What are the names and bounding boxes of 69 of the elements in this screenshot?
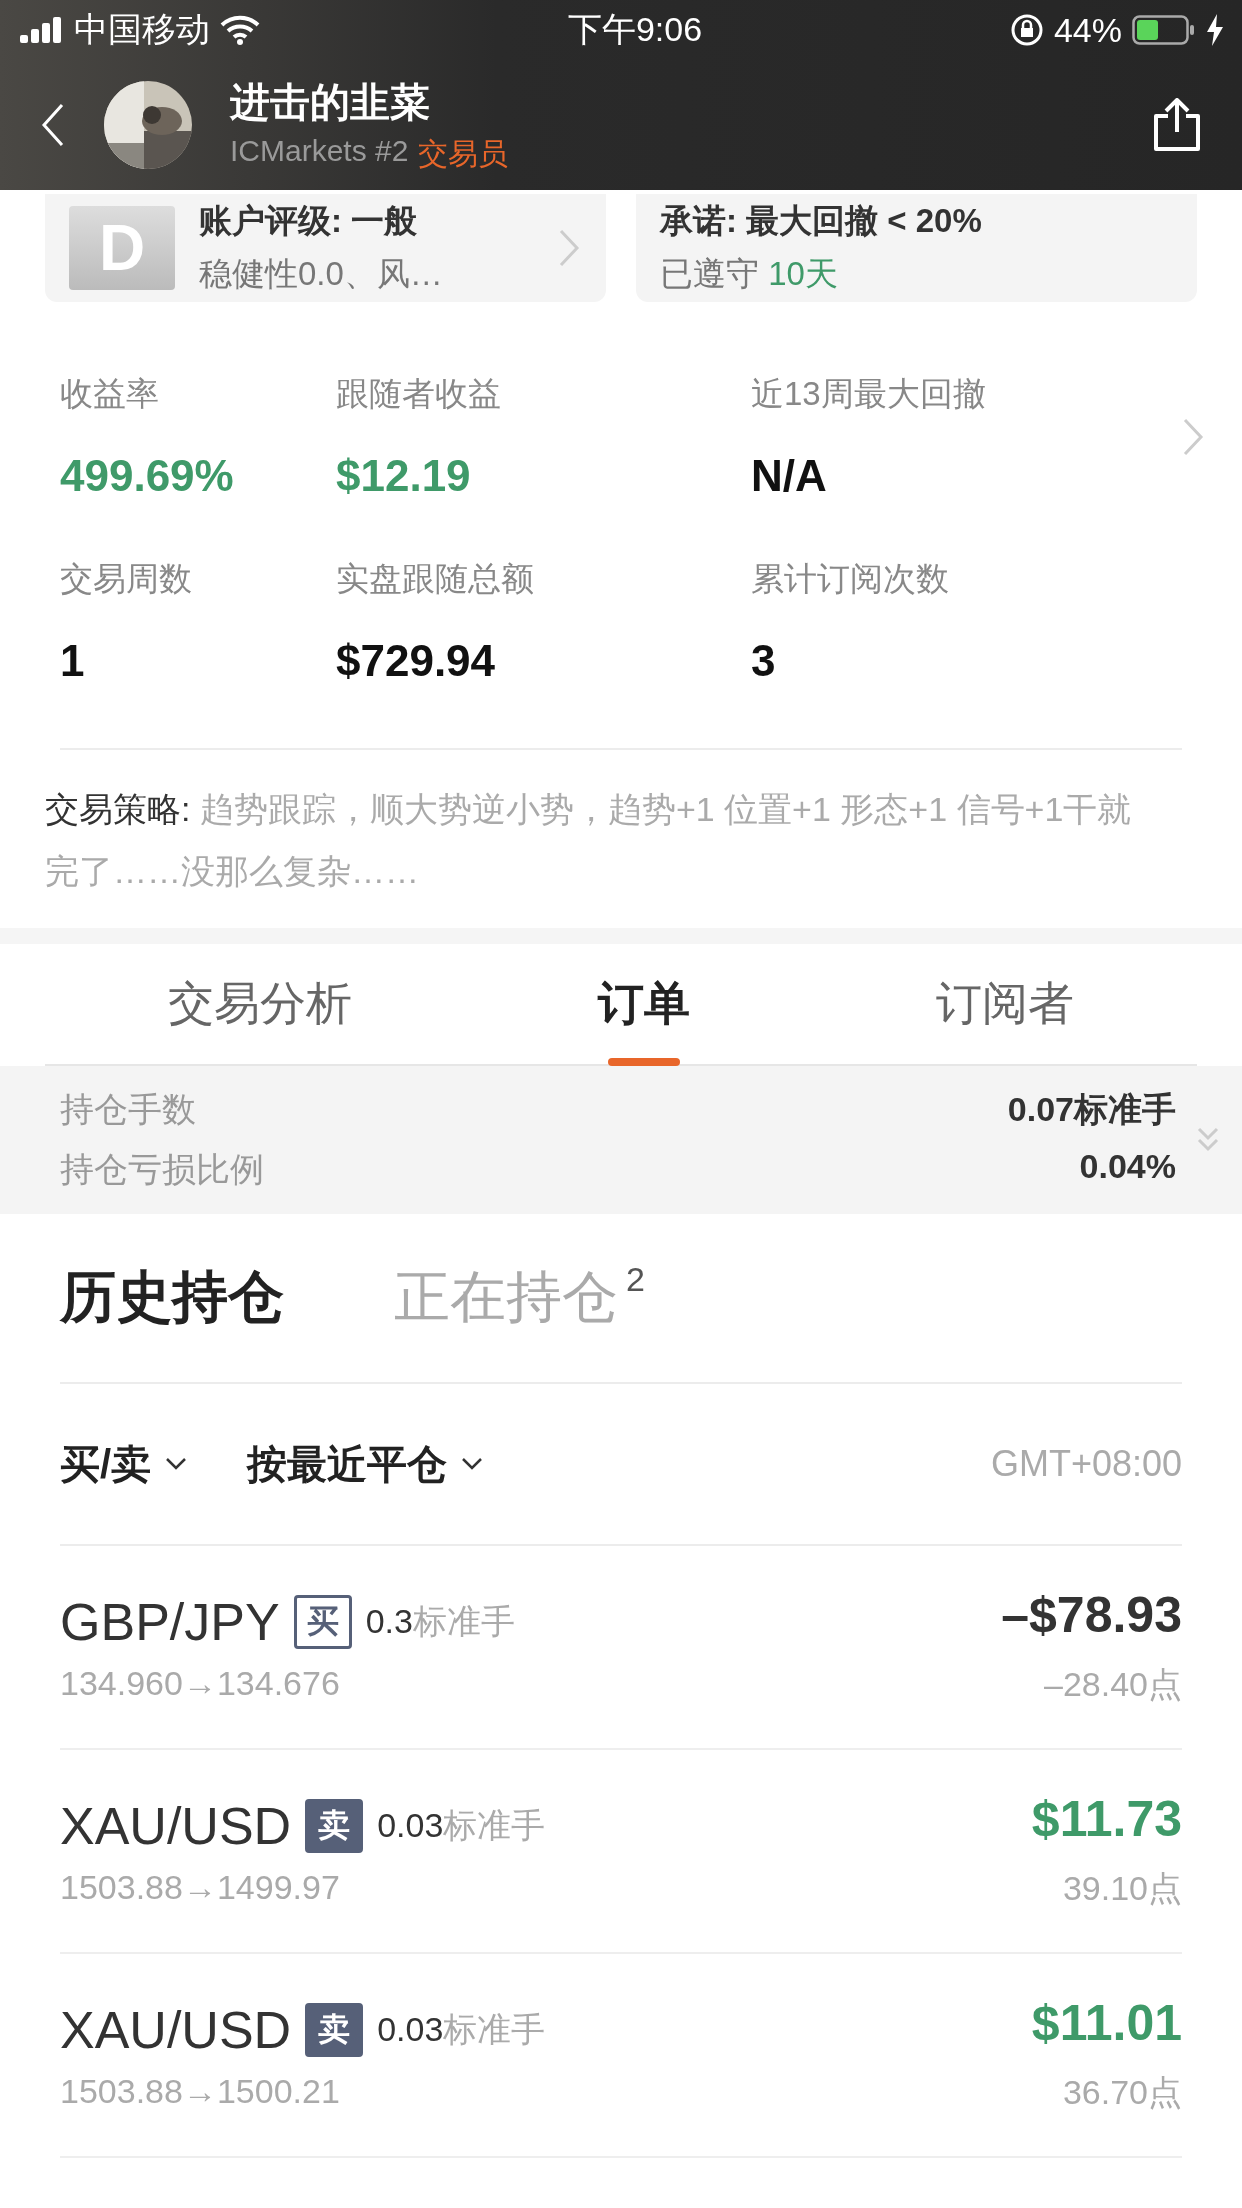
tab[interactable]: 交易分析: [158, 944, 362, 1064]
filter-dropdown[interactable]: 买/卖: [60, 1436, 188, 1492]
battery-icon: [1132, 15, 1196, 45]
card-title: 账户评级: 一般: [199, 201, 419, 241]
profit-value: –$78.93: [1001, 1586, 1182, 1644]
chevron-right-icon: [558, 228, 582, 268]
back-icon: [40, 101, 66, 149]
chevron-right-icon: [1182, 416, 1206, 457]
price-range: 1503.88→1500.21: [60, 2071, 341, 2111]
wifi-icon: [220, 15, 260, 45]
summary-value: 0.07标准手: [1007, 1089, 1176, 1130]
side-badge: 买: [293, 1594, 352, 1649]
price-range: 1503.88→1499.97: [60, 1867, 341, 1907]
battery-percent: 44%: [1053, 10, 1122, 50]
stat-value: $729.94: [336, 636, 497, 686]
points-value: 36.70点: [1062, 2072, 1182, 2113]
grade-badge: D: [69, 206, 175, 290]
summary-label: 持仓手数: [60, 1089, 196, 1130]
points-value: –28.40点: [1044, 1664, 1182, 1705]
tab[interactable]: 订单: [588, 944, 700, 1064]
symbol-label: XAU/USD: [60, 1795, 292, 1856]
strategy-text: 交易策略: 趋势跟踪，顺大势逆小势，趋势+1 位置+1 形态+1 信号+1干就完了……没那么复杂……: [45, 789, 1133, 892]
position-tab[interactable]: 历史持仓: [60, 1260, 284, 1336]
stat-label: 收益率: [60, 374, 160, 414]
order-row[interactable]: XAU/USD 卖 0.03标准手 1503.88→1499.97 $11.73 39.10点: [60, 1750, 1182, 1954]
order-row[interactable]: GBP/JPY 买 0.3标准手 134.960→134.676 –$78.93 –28.40点: [60, 1546, 1182, 1750]
caret-down-icon: [165, 1457, 188, 1471]
summary-label: 持仓亏损比例: [60, 1149, 264, 1190]
stat-label: 近13周最大回撤: [751, 374, 987, 414]
filter-dropdown[interactable]: 按最近平仓: [247, 1436, 484, 1492]
stat-label: 实盘跟随总额: [336, 559, 535, 599]
clock-time: 下午9:06: [567, 9, 703, 50]
double-chevron-down-icon: [1196, 1126, 1220, 1154]
signal-icon: [20, 17, 64, 43]
card-subtitle: 稳健性0.0、风…: [199, 254, 444, 294]
role-label: 交易员: [418, 136, 509, 172]
order-row[interactable]: XAU/USD 卖 0.03标准手 1503.88→1500.21 $11.01 36.70点: [60, 1954, 1182, 2158]
carrier-name: 中国移动: [74, 9, 210, 50]
charging-icon: [1206, 14, 1224, 46]
stat-label: 跟随者收益: [336, 374, 502, 414]
stat-label: 累计订阅次数: [751, 559, 950, 599]
profit-value: $11.01: [1031, 1994, 1182, 2052]
stat-value: $12.19: [336, 451, 472, 501]
profit-value: $11.73: [1031, 1790, 1182, 1848]
symbol-label: GBP/JPY: [60, 1591, 280, 1652]
card-subtitle: 已遵守 10天: [660, 254, 839, 294]
stat-value: 3: [751, 636, 777, 686]
side-badge: 卖: [305, 1798, 364, 1853]
lot-size: 0.03标准手: [377, 1804, 546, 1846]
trader-name: 进击的韭菜: [230, 79, 431, 126]
lot-size: 0.03标准手: [377, 2008, 546, 2050]
card-title: 承诺: 最大回撤 < 20%: [660, 201, 983, 241]
timezone-label: GMT+08:00: [990, 1443, 1182, 1485]
share-icon[interactable]: [1152, 98, 1202, 152]
summary-value: 0.04%: [1079, 1147, 1176, 1187]
stat-label: 交易周数: [60, 559, 193, 599]
broker-account: ICMarkets #2: [230, 134, 409, 169]
side-badge: 卖: [305, 2002, 364, 2057]
stat-value: N/A: [751, 451, 828, 501]
symbol-label: XAU/USD: [60, 1999, 292, 2060]
tab[interactable]: 订阅者: [926, 944, 1084, 1064]
points-value: 39.10点: [1062, 1868, 1182, 1909]
caret-down-icon: [461, 1457, 484, 1471]
stat-value: 499.69%: [60, 451, 235, 501]
price-range: 134.960→134.676: [60, 1663, 341, 1703]
lot-size: 0.3标准手: [365, 1600, 515, 1642]
stat-value: 1: [60, 636, 86, 686]
rotation-lock-icon: [1009, 13, 1044, 47]
rating-card[interactable]: D 账户评级: 一般 稳健性0.0、风…: [45, 194, 606, 302]
